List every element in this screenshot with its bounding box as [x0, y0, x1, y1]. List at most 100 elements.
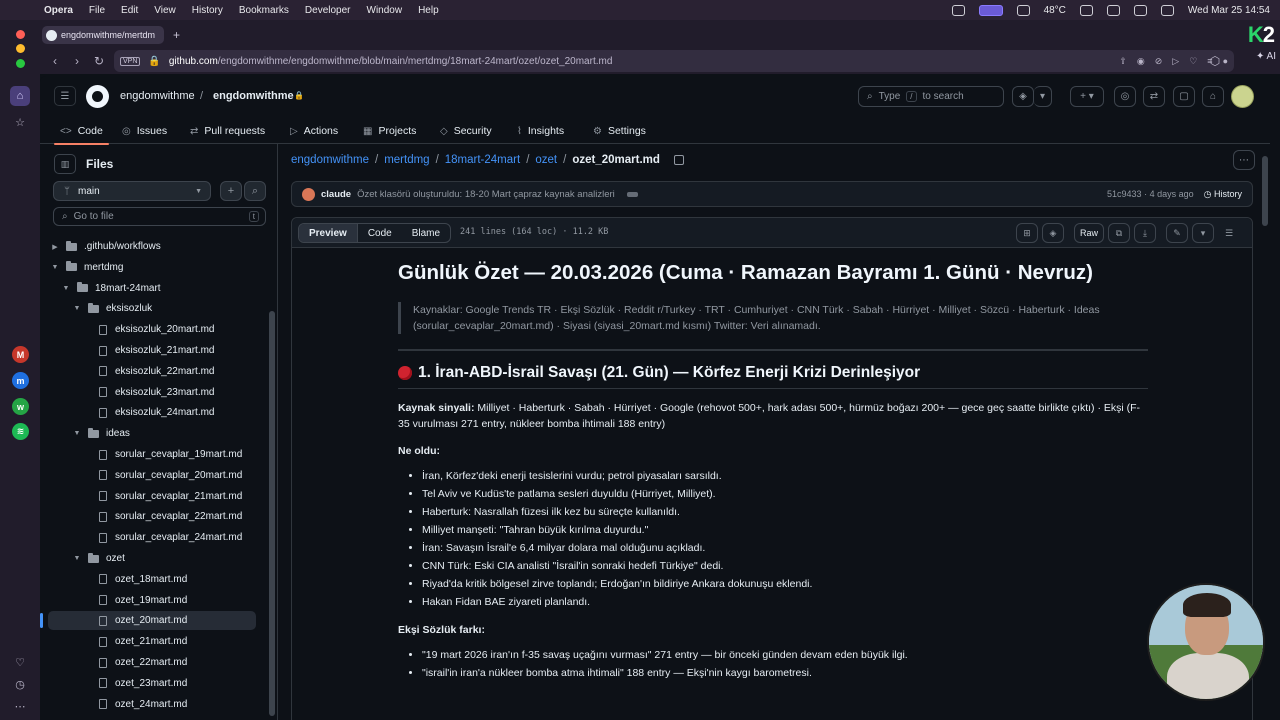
spotify-app-icon[interactable]: ≋ — [12, 423, 29, 440]
menu-edit[interactable]: Edit — [121, 5, 138, 16]
window-minimize-button[interactable] — [16, 44, 25, 53]
breadcrumb-repo[interactable]: engdomwithme — [213, 90, 294, 102]
tab-pull-requests[interactable]: ⇄ Pull requests — [190, 120, 265, 142]
share-icon[interactable]: ⇪ — [1119, 56, 1127, 67]
outline-list-icon[interactable]: ☰ — [1218, 223, 1240, 243]
history-icon[interactable]: ◷ — [10, 674, 30, 694]
menu-bookmarks[interactable]: Bookmarks — [239, 5, 289, 16]
tab-security[interactable]: ◇ Security — [440, 120, 492, 142]
menu-icon[interactable]: ☰ — [54, 86, 76, 106]
back-icon[interactable]: ‹ — [44, 54, 66, 68]
copilot-icon[interactable]: ◈ — [1012, 86, 1034, 107]
edit-dropdown-icon[interactable]: ▾ — [1192, 223, 1214, 243]
status-app-icon[interactable] — [951, 4, 965, 16]
chevron-down-icon[interactable]: ▼ — [50, 264, 60, 271]
avatar[interactable] — [1231, 85, 1254, 108]
forward-icon[interactable]: › — [66, 54, 88, 68]
tree-file[interactable]: ozet_20mart.md — [40, 611, 256, 631]
menu-file[interactable]: File — [89, 5, 105, 16]
tree-file[interactable]: sorular_cevaplar_19mart.md — [48, 445, 256, 464]
commit-expand-button[interactable] — [626, 191, 638, 197]
tree-file[interactable]: sorular_cevaplar_24mart.md — [48, 528, 256, 547]
tab-projects[interactable]: ▦ Projects — [363, 120, 416, 142]
window-zoom-button[interactable] — [16, 59, 25, 68]
tree-search-button[interactable]: ⌕ — [244, 181, 266, 201]
copilot-dropdown-icon[interactable]: ▾ — [1034, 86, 1052, 107]
commit-author-avatar[interactable] — [302, 187, 315, 201]
more-options-button[interactable]: ⋯ — [1233, 150, 1255, 170]
copy-path-icon[interactable] — [673, 155, 684, 165]
add-file-button[interactable]: + — [220, 181, 242, 201]
tree-folder[interactable]: ▼ 18mart-24mart — [48, 279, 256, 298]
download-icon[interactable]: ⤓ — [1134, 223, 1156, 243]
tree-folder[interactable]: ▼ eksisozluk — [48, 299, 256, 318]
whatsapp-app-icon[interactable]: w — [12, 398, 29, 415]
breadcrumb-link[interactable]: engdomwithme — [291, 154, 369, 166]
shield-status-icon[interactable] — [1016, 4, 1030, 16]
tree-file[interactable]: ozet_22mart.md — [48, 653, 256, 672]
control-center-icon[interactable] — [1160, 4, 1174, 16]
search-input[interactable]: ⌕ Type / to search — [858, 86, 1004, 107]
page-scrollbar[interactable] — [1262, 156, 1268, 226]
battery-icon[interactable] — [1079, 4, 1093, 16]
tab-insights[interactable]: ⌇ Insights — [517, 120, 564, 142]
menu-window[interactable]: Window — [367, 5, 403, 16]
vpn-badge[interactable]: VPN — [120, 56, 141, 66]
menu-help[interactable]: Help — [418, 5, 439, 16]
breadcrumb-owner[interactable]: engdomwithme — [120, 90, 195, 102]
tree-folder[interactable]: ▶ .github/workflows — [48, 237, 256, 256]
breadcrumb-link[interactable]: 18mart-24mart — [445, 154, 520, 166]
symbols-panel-icon[interactable]: ⊞ — [1015, 223, 1038, 243]
copilot-icon[interactable]: ◈ — [1041, 223, 1064, 243]
breadcrumb-link[interactable]: mertdmg — [384, 154, 429, 166]
mail-app-icon[interactable]: M — [12, 346, 29, 363]
bookmark-heart-icon[interactable]: ♡ — [1189, 56, 1197, 67]
repositories-icon[interactable]: ▢ — [1173, 86, 1195, 107]
tab-code[interactable]: <> Code — [54, 120, 109, 145]
collapse-panel-icon[interactable]: ▥ — [54, 154, 76, 174]
commit-sha[interactable]: 51c9433 — [1107, 189, 1142, 199]
chevron-down-icon[interactable]: ▼ — [72, 430, 82, 437]
tree-file[interactable]: ozet_24mart.md — [48, 695, 256, 714]
tree-file[interactable]: eksisozluk_20mart.md — [48, 320, 256, 339]
screen-record-icon[interactable] — [978, 4, 1003, 16]
pull-requests-icon[interactable]: ⇄ — [1143, 86, 1165, 107]
blame-tab[interactable]: Blame — [402, 224, 450, 242]
file-tree-scrollbar[interactable] — [269, 311, 275, 716]
chevron-down-icon[interactable]: ▼ — [72, 555, 82, 562]
tab-github[interactable]: engdomwithme/mertdm — [42, 26, 164, 44]
tab-settings[interactable]: ⚙ Settings — [593, 120, 646, 142]
pin-icon[interactable]: ☆ — [10, 112, 30, 132]
aria-ai-button[interactable]: ✦ AI — [1256, 51, 1276, 62]
preview-tab[interactable]: Preview — [299, 224, 358, 242]
github-logo-icon[interactable] — [86, 85, 109, 108]
tree-file[interactable]: sorular_cevaplar_21mart.md — [48, 487, 256, 506]
reload-icon[interactable]: ↻ — [88, 54, 110, 68]
menu-developer[interactable]: Developer — [305, 5, 351, 16]
tree-file[interactable]: ozet_18mart.md — [48, 570, 256, 589]
window-close-button[interactable] — [16, 30, 25, 39]
tree-folder[interactable]: ▼ mertdmg — [48, 258, 256, 277]
temperature-readout[interactable]: 48°C — [1044, 5, 1066, 16]
tree-file[interactable]: eksisozluk_23mart.md — [48, 383, 256, 402]
tree-folder[interactable]: ▼ ozet — [48, 549, 256, 568]
tree-file[interactable]: eksisozluk_21mart.md — [48, 341, 256, 360]
messenger-app-icon[interactable]: m — [12, 372, 29, 389]
home-icon[interactable]: ⌂ — [10, 86, 30, 106]
history-button[interactable]: ◷ History — [1204, 189, 1242, 200]
tree-file[interactable]: eksisozluk_22mart.md — [48, 362, 256, 381]
menu-history[interactable]: History — [192, 5, 223, 16]
heart-icon[interactable]: ♡ — [10, 652, 30, 672]
adblock-icon[interactable]: ⊘ — [1155, 56, 1163, 67]
clock[interactable]: Wed Mar 25 14:54 — [1188, 5, 1270, 16]
menu-view[interactable]: View — [154, 5, 176, 16]
new-tab-plus-icon[interactable]: + — [173, 28, 180, 42]
tree-file[interactable]: eksisozluk_24mart.md — [48, 403, 256, 422]
commit-message[interactable]: Özet klasörü oluşturuldu: 18-20 Mart çap… — [357, 189, 615, 200]
raw-button[interactable]: Raw — [1073, 223, 1104, 243]
camera-icon[interactable]: ◉ — [1137, 56, 1145, 67]
extensions-icon[interactable]: ⬡ — [1204, 54, 1226, 68]
chevron-down-icon[interactable]: ▼ — [72, 305, 82, 312]
tree-file[interactable]: sorular_cevaplar_20mart.md — [48, 466, 256, 485]
breadcrumb-link[interactable]: ozet — [535, 154, 557, 166]
